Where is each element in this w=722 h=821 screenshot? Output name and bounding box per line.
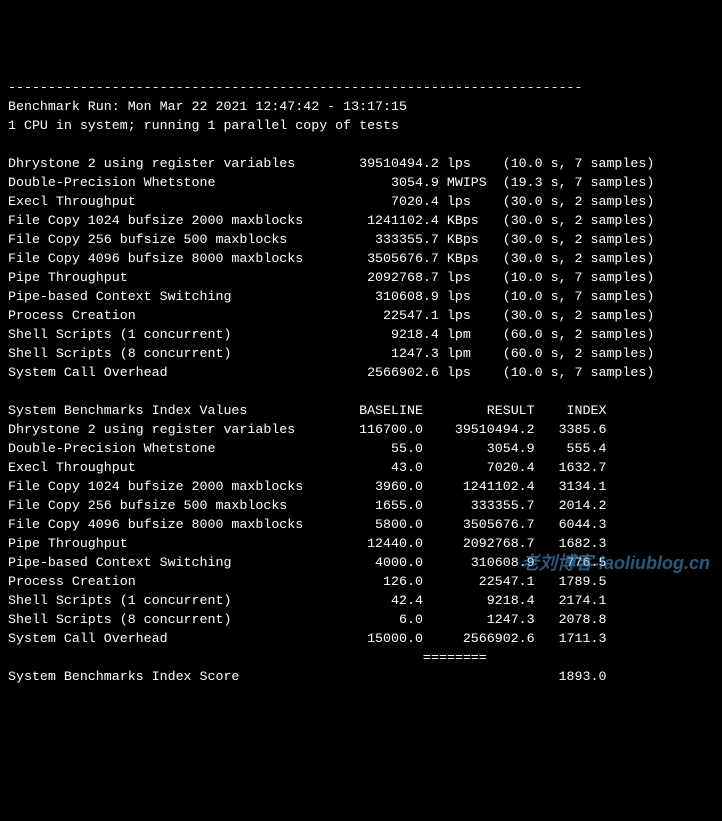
benchmark-score: System Benchmarks Index Score 1893.0 [8, 669, 606, 684]
terminal-output: ----------------------------------------… [0, 76, 722, 688]
benchmark-results: Dhrystone 2 using register variables 395… [8, 156, 654, 380]
benchmark-run-line: Benchmark Run: Mon Mar 22 2021 12:47:42 … [8, 99, 407, 114]
divider-top: ----------------------------------------… [8, 80, 583, 95]
cpu-info-line: 1 CPU in system; running 1 parallel copy… [8, 118, 399, 133]
benchmark-index-table: System Benchmarks Index Values BASELINE … [8, 403, 606, 665]
